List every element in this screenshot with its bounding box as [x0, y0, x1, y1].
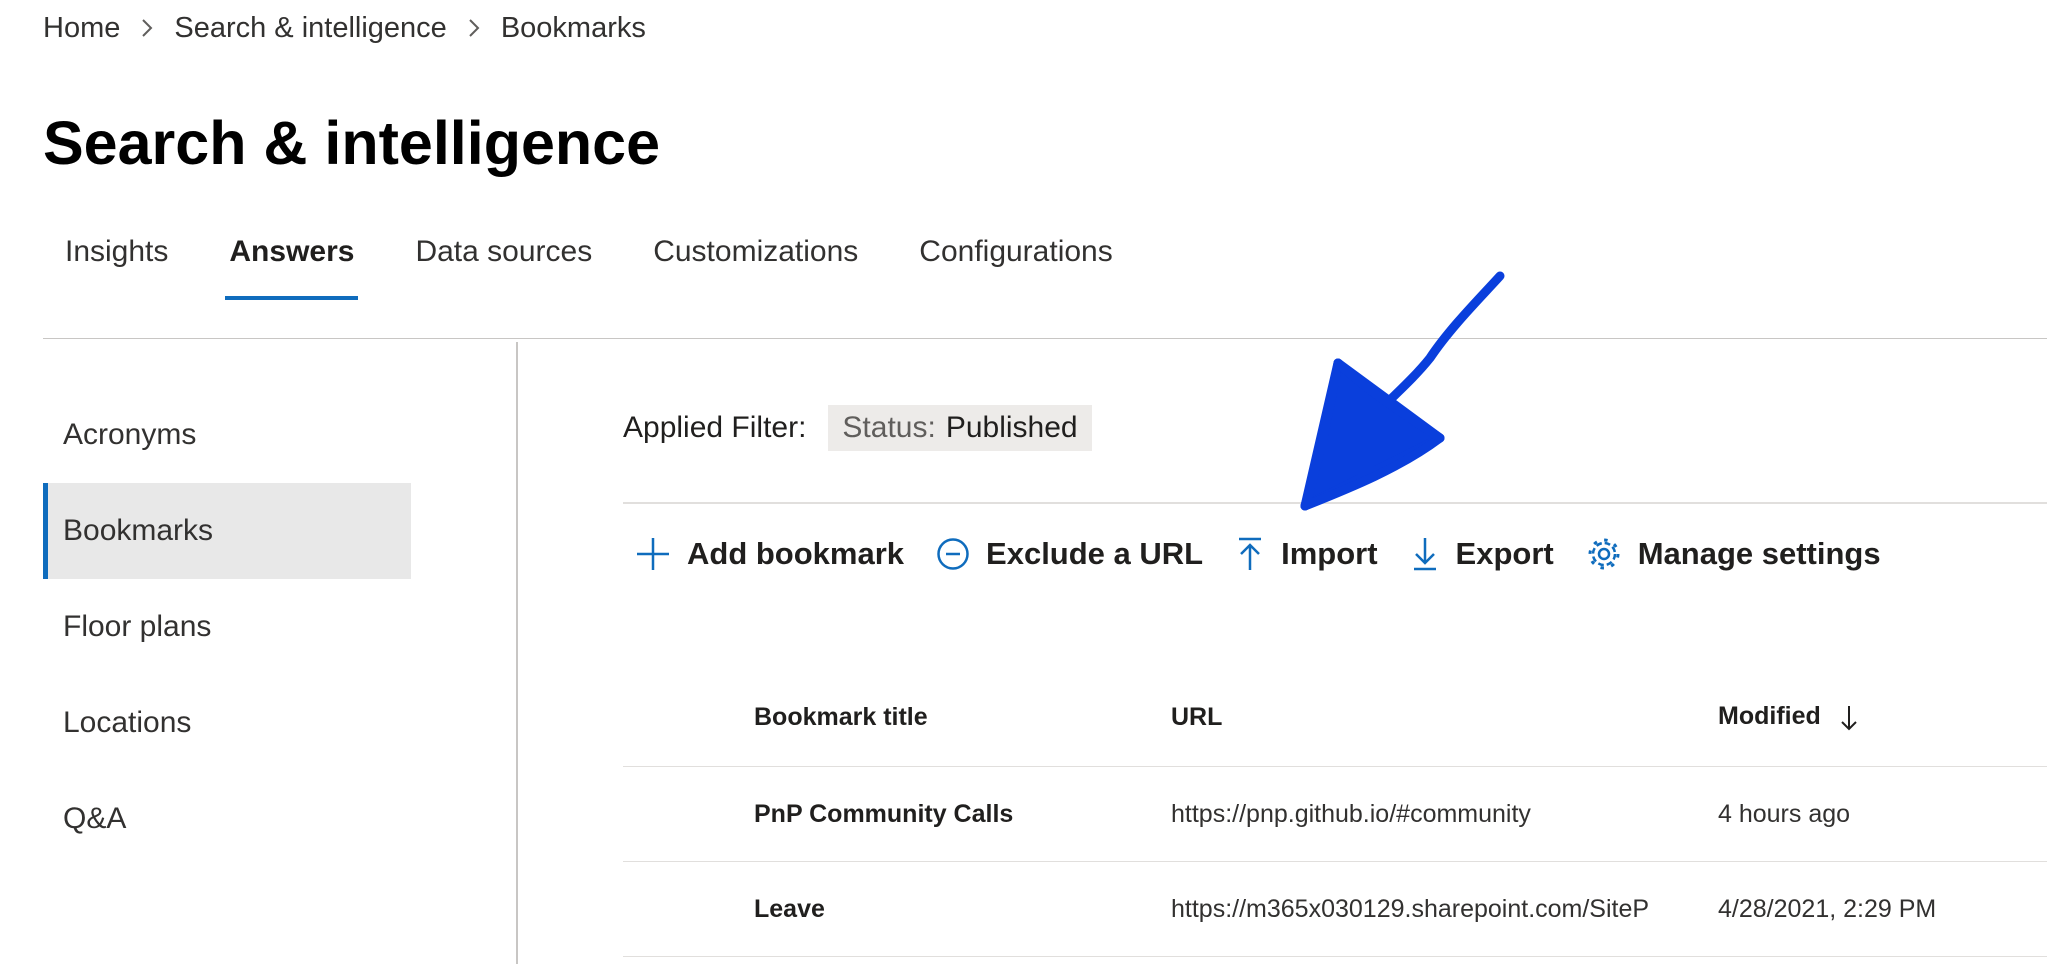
applied-filter: Applied Filter: Status: Published: [623, 405, 1092, 451]
manage-settings-label: Manage settings: [1637, 536, 1881, 571]
sidebar-item-acronyms[interactable]: Acronyms: [43, 387, 411, 483]
bookmark-modified-cell: 4/28/2021, 2:29 PM: [1718, 894, 1937, 923]
manage-settings-button[interactable]: Manage settings: [1586, 536, 1881, 572]
page-title: Search & intelligence: [43, 109, 660, 177]
table-header-row: Bookmark title URL Modified: [623, 668, 2047, 767]
breadcrumb-bookmarks: Bookmarks: [500, 11, 646, 44]
filter-value: Published: [945, 411, 1078, 444]
chevron-right-icon: [467, 17, 481, 39]
tabs-divider: [43, 338, 2047, 339]
import-button[interactable]: Import: [1235, 536, 1378, 572]
bookmark-url-cell: https://m365x030129.sharepoint.com/SiteP: [1171, 894, 1650, 923]
download-icon: [1413, 538, 1436, 571]
bookmark-url-cell: https://pnp.github.io/#community: [1171, 799, 1531, 828]
export-label: Export: [1455, 536, 1554, 571]
sidenav-divider: [516, 342, 518, 964]
column-header-title[interactable]: Bookmark title: [623, 703, 1171, 732]
breadcrumb: Home Search & intelligence Bookmarks: [43, 8, 646, 48]
applied-filter-label: Applied Filter:: [623, 411, 807, 444]
import-label: Import: [1281, 536, 1378, 571]
breadcrumb-home[interactable]: Home: [43, 12, 120, 45]
arrow-down-icon: [1840, 704, 1858, 732]
status-filter-pill[interactable]: Status: Published: [828, 405, 1092, 451]
annotation-arrow: [1300, 271, 1505, 511]
sidebar-item-bookmarks[interactable]: Bookmarks: [43, 483, 411, 579]
add-bookmark-button[interactable]: Add bookmark: [635, 536, 904, 572]
plus-icon: [637, 538, 669, 570]
exclude-url-button[interactable]: Exclude a URL: [936, 536, 1203, 572]
upload-icon: [1239, 537, 1262, 570]
breadcrumb-search-intelligence[interactable]: Search & intelligence: [174, 12, 446, 45]
tab-insights[interactable]: Insights: [43, 225, 190, 300]
gear-icon: [1588, 538, 1620, 570]
sidebar-item-locations[interactable]: Locations: [43, 675, 411, 771]
tab-configurations[interactable]: Configurations: [897, 225, 1134, 300]
column-header-url[interactable]: URL: [1171, 703, 1718, 732]
answers-sidenav: Acronyms Bookmarks Floor plans Locations…: [43, 387, 411, 867]
add-bookmark-label: Add bookmark: [687, 536, 905, 571]
bookmarks-table: Bookmark title URL Modified PnP Communit…: [623, 668, 2047, 957]
export-button[interactable]: Export: [1410, 536, 1554, 572]
command-bar: Add bookmark Exclude a URL Import Export…: [635, 531, 1913, 577]
tab-customizations[interactable]: Customizations: [631, 225, 880, 300]
column-header-modified-label: Modified: [1718, 702, 1821, 731]
sidebar-item-floor-plans[interactable]: Floor plans: [43, 579, 411, 675]
table-row[interactable]: Leave https://m365x030129.sharepoint.com…: [623, 862, 2047, 957]
bookmark-modified-cell: 4 hours ago: [1718, 799, 1851, 828]
bookmark-title-cell: PnP Community Calls: [754, 799, 1014, 828]
tab-bar: Insights Answers Data sources Customizat…: [43, 225, 1152, 300]
minus-circle-icon: [937, 538, 969, 570]
column-header-modified[interactable]: Modified: [1718, 702, 1858, 731]
exclude-url-label: Exclude a URL: [986, 536, 1204, 571]
tab-data-sources[interactable]: Data sources: [393, 225, 614, 300]
table-row[interactable]: PnP Community Calls https://pnp.github.i…: [623, 767, 2047, 862]
content-divider: [623, 502, 2047, 504]
bookmark-title-cell: Leave: [754, 894, 825, 923]
filter-key: Status:: [842, 411, 936, 444]
sidebar-item-qna[interactable]: Q&A: [43, 771, 411, 867]
tab-answers[interactable]: Answers: [207, 225, 376, 300]
chevron-right-icon: [140, 17, 154, 39]
